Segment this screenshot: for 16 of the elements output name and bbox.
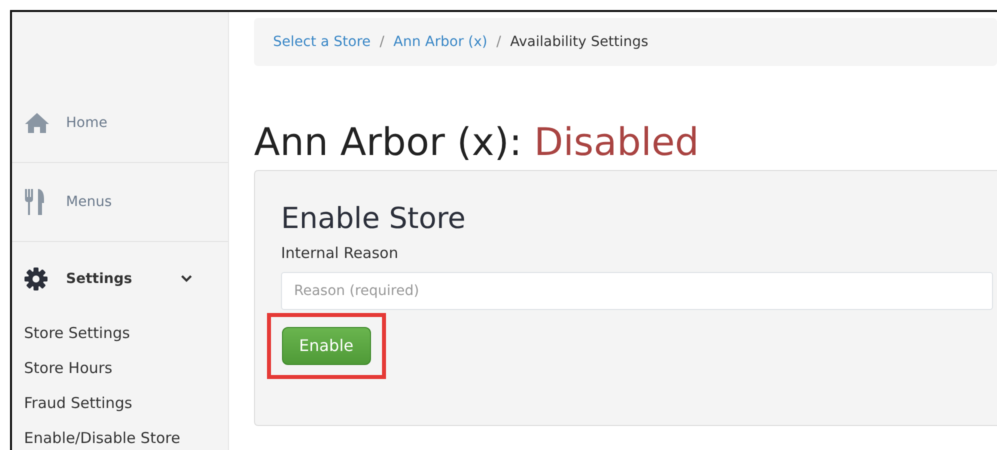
sidebar-item[interactable]: Settings [12, 242, 228, 316]
field-label: Internal Reason [281, 242, 400, 264]
reason-field[interactable]: Reason (required) [281, 272, 993, 310]
sidebar-subitem[interactable]: Store Hours [12, 351, 228, 386]
page-title: Ann Arbor (x): Disabled [254, 122, 700, 164]
panel-title: Enable Store [281, 200, 467, 236]
breadcrumb-separator: / [380, 32, 384, 52]
sidebar-item[interactable]: Home [12, 84, 228, 163]
breadcrumb-link[interactable]: Select a Store [273, 32, 371, 52]
breadcrumb-link[interactable]: Ann Arbor (x) [393, 32, 488, 52]
sidebar-item[interactable]: Menus [12, 163, 228, 242]
sidebar-subitem[interactable]: Enable/Disable Store [12, 421, 228, 450]
sidebar-subitem[interactable]: Store Settings [12, 316, 228, 351]
breadcrumb-separator: / [496, 32, 502, 52]
breadcrumb-current: Availability Settings [510, 32, 648, 52]
sidebar-subitem[interactable]: Fraud Settings [12, 386, 228, 421]
